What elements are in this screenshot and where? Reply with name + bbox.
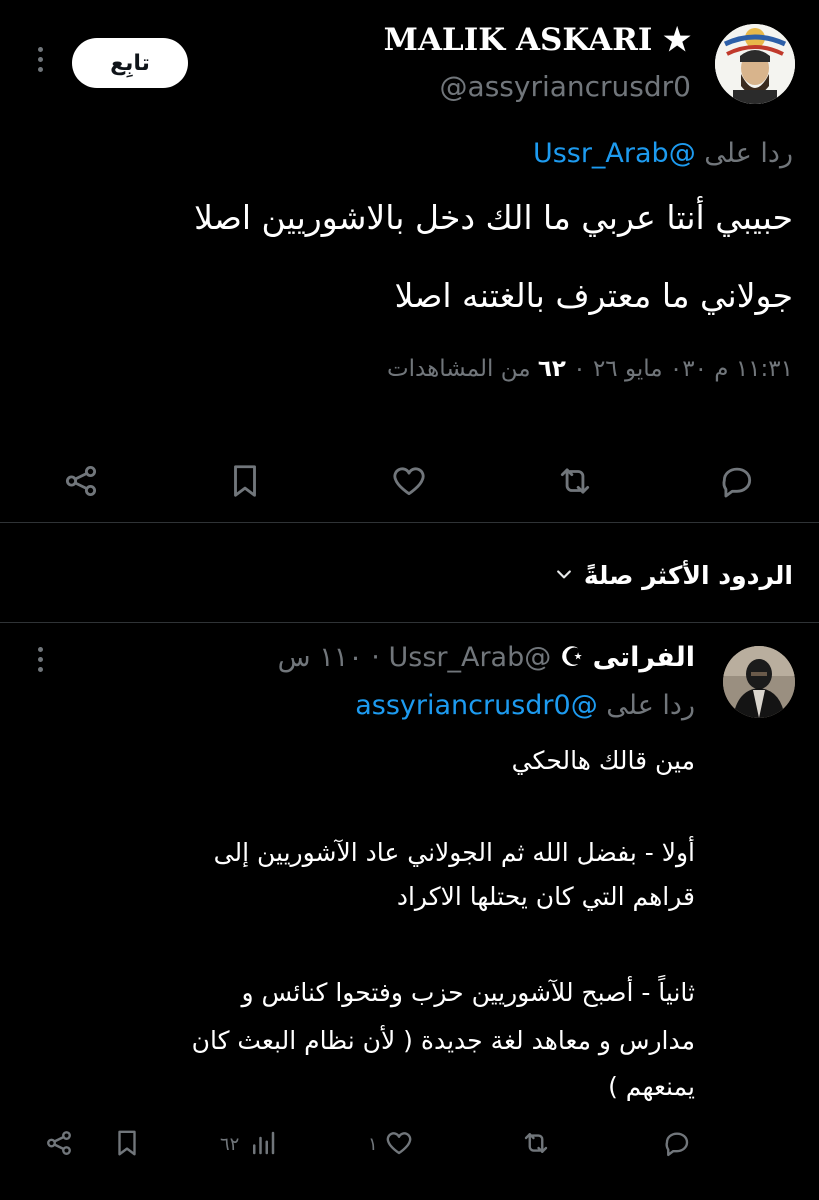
bookmark-icon[interactable] — [226, 462, 264, 500]
reply-icon[interactable] — [718, 462, 756, 500]
reply-more-options-icon[interactable] — [34, 647, 46, 677]
like-icon[interactable] — [384, 1128, 414, 1158]
reply-icon[interactable] — [662, 1128, 692, 1158]
reply-text-line-1: مين قالك هالحكي — [511, 746, 695, 775]
more-options-icon[interactable] — [34, 47, 46, 77]
share-icon[interactable] — [44, 1128, 74, 1158]
tweet-text-line-2: جولاني ما معترف بالغتنه اصلا — [394, 276, 793, 315]
tweet-timestamp[interactable]: ١١:٣١ م ٠٣٠ مايو ٢٦ ٠ — [573, 356, 793, 382]
reply-text-line-5: مدارس و معاهد لغة جديدة ( لأن نظام البعث… — [191, 1026, 695, 1055]
reply-time[interactable]: ١١٠ س — [278, 642, 363, 673]
like-icon[interactable] — [390, 462, 428, 500]
reply-to-link[interactable]: @assyriancrusdr0 — [355, 690, 597, 721]
author-avatar[interactable] — [715, 24, 795, 104]
share-icon[interactable] — [62, 462, 100, 500]
reply-context: ردا على @assyriancrusdr0 — [355, 690, 695, 721]
reply-prefix: ردا على — [606, 690, 695, 721]
author-display-name[interactable]: MALIK ASKARI ★ — [384, 22, 691, 58]
views-count: ٦٢ — [220, 1134, 240, 1155]
person-avatar-image — [723, 646, 795, 718]
views-icon[interactable] — [248, 1128, 278, 1158]
divider — [0, 622, 819, 623]
reply-context: ردا على @Ussr_Arab — [533, 138, 793, 169]
star-crescent-icon: ☪ — [559, 642, 585, 673]
sort-replies-selector[interactable]: الردود الأكثر صلةً — [554, 558, 793, 592]
reply-text-line-6: يمنعهم ) — [608, 1072, 695, 1101]
reply-text-line-3: قراهم التي كان يحتلها الاكراد — [396, 882, 695, 911]
tweet-text-line-1: حبيبي أنتا عربي ما الك دخل بالاشوريين اص… — [194, 198, 793, 237]
chevron-down-icon — [554, 561, 574, 590]
divider — [0, 522, 819, 523]
assyrian-flag-avatar-image — [715, 24, 795, 104]
reply-author-avatar[interactable] — [723, 646, 795, 718]
reply-handle[interactable]: @Ussr_Arab — [388, 642, 551, 673]
repost-icon[interactable] — [520, 1128, 552, 1158]
reply-display-name[interactable]: الفراتى — [593, 642, 695, 673]
follow-button[interactable]: تابِع — [72, 38, 188, 88]
views-label: من المشاهدات — [386, 356, 531, 382]
sort-label: الردود الأكثر صلةً — [583, 560, 793, 590]
bookmark-icon[interactable] — [112, 1128, 142, 1158]
reply-to-link[interactable]: @Ussr_Arab — [533, 138, 696, 169]
like-count: ١ — [368, 1134, 378, 1155]
author-handle[interactable]: @assyriancrusdr0 — [440, 70, 691, 103]
reply-header: الفراتى ☪ @Ussr_Arab · ١١٠ س — [277, 642, 695, 673]
views-count: ٦٢ — [537, 356, 566, 382]
tweet-meta: ١١:٣١ م ٠٣٠ مايو ٢٦ ٠ ٦٢ من المشاهدات — [387, 356, 793, 382]
reply-text-line-4: ثانياً - أصبح للآشوريين حزب وفتحوا كنائس… — [241, 978, 695, 1007]
reply-prefix: ردا على — [704, 138, 793, 169]
repost-icon[interactable] — [555, 462, 595, 500]
reply-text-line-2: أولا - بفضل الله ثم الجولاني عاد الآشوري… — [213, 838, 695, 867]
